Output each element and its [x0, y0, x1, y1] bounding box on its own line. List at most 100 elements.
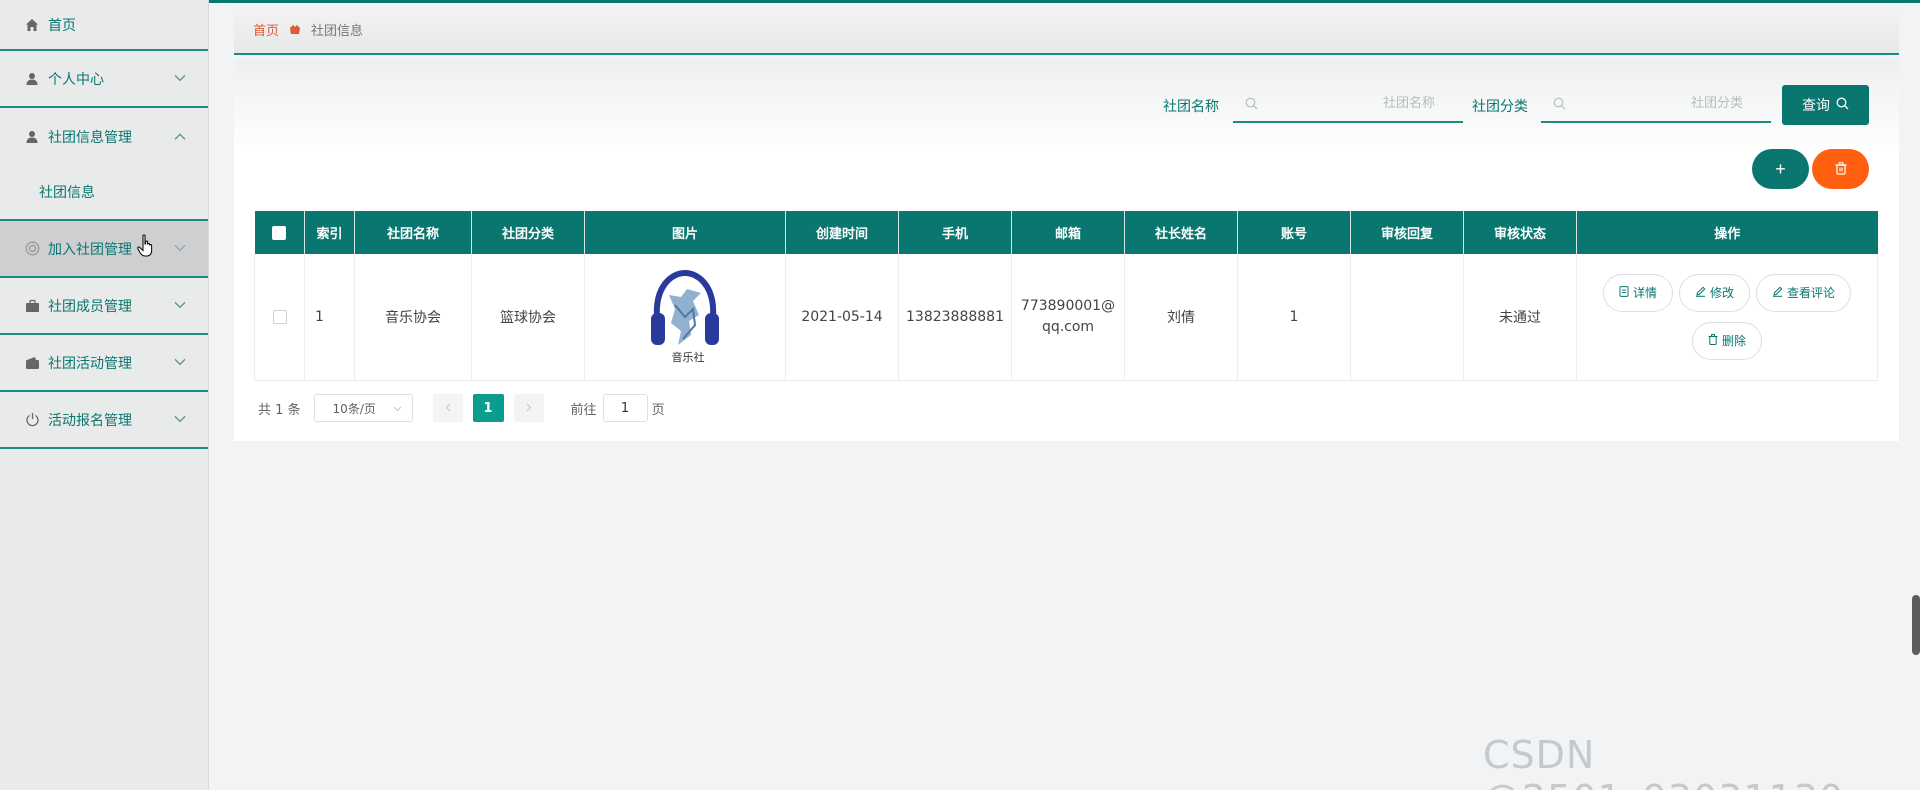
view-comments-button-label: 查看评论: [1787, 286, 1836, 301]
detail-button-label: 详情: [1632, 286, 1657, 301]
sidebar-item-label: 社团活动管理: [48, 355, 132, 372]
chevron-down-icon: [174, 355, 186, 369]
row-select-cell[interactable]: [254, 254, 305, 381]
sidebar: 首页 个人中心 社团信息管理 社团信息 加入社团管理 社团成员管理 社团活动管理…: [0, 0, 209, 790]
email-line: qq.com: [1041, 319, 1095, 336]
table-row: 1 音乐协会 篮球协会 音乐社 2021-05-14 13823888881 7…: [254, 254, 1878, 381]
chevron-down-icon: [174, 241, 186, 255]
trash-icon: [1835, 159, 1847, 180]
goto-page-input[interactable]: [602, 394, 648, 422]
search-category-label: 社团分类: [1472, 99, 1528, 115]
column-header: 手机: [898, 211, 1012, 254]
search-icon: [1553, 97, 1566, 110]
lifebuoy-icon: [24, 241, 40, 257]
page-size-select[interactable]: 10条/页: [313, 394, 413, 422]
user-icon: [24, 129, 40, 145]
sidebar-item-home[interactable]: 首页: [0, 0, 208, 51]
user-icon: [24, 71, 40, 87]
breadcrumb-separator-icon: [289, 24, 301, 35]
column-header: 邮箱: [1011, 211, 1125, 254]
add-button-label: +: [1775, 158, 1786, 179]
sidebar-item-club-info[interactable]: 社团信息: [0, 165, 208, 221]
club-table: 索引 社团名称 社团分类 图片 创建时间 手机 邮箱 社长姓名 账号 审核回复 …: [254, 211, 1878, 381]
cell-status: 未通过: [1463, 254, 1577, 381]
add-button[interactable]: +: [1752, 149, 1809, 189]
table-header-row: 索引 社团名称 社团分类 图片 创建时间 手机 邮箱 社长姓名 账号 审核回复 …: [254, 211, 1878, 254]
column-header: 审核回复: [1350, 211, 1464, 254]
cell-email: 773890001@ qq.com: [1011, 254, 1125, 381]
breadcrumb-current: 社团信息: [311, 24, 364, 39]
cell-account: 1: [1237, 254, 1351, 381]
sidebar-item-label: 首页: [48, 17, 76, 34]
view-comments-button[interactable]: 查看评论: [1756, 273, 1852, 312]
edit-button-label: 修改: [1709, 286, 1734, 301]
column-header: 索引: [304, 211, 355, 254]
delete-button-label: 删除: [1721, 334, 1746, 349]
select-all-cell[interactable]: [254, 211, 305, 254]
column-header: 账号: [1237, 211, 1351, 254]
power-icon: [24, 412, 40, 428]
breadcrumb-home[interactable]: 首页: [253, 20, 279, 39]
search-icon: [1836, 97, 1849, 114]
search-name-input[interactable]: [1258, 96, 1463, 111]
search-category-input[interactable]: [1566, 96, 1771, 111]
batch-delete-button[interactable]: [1812, 149, 1869, 189]
sidebar-item-personal-center[interactable]: 个人中心: [0, 51, 208, 108]
sidebar-item-signup-mgmt[interactable]: 活动报名管理: [0, 392, 208, 449]
edit-icon: [1772, 286, 1783, 300]
main-panel: 社团名称 社团分类 查询 +: [234, 59, 1899, 441]
cell-phone: 13823888881: [898, 254, 1012, 381]
breadcrumb: 首页 社团信息: [234, 6, 1899, 55]
column-header: 社长姓名: [1124, 211, 1238, 254]
column-header: 社团分类: [471, 211, 585, 254]
select-all-checkbox[interactable]: [272, 225, 287, 240]
detail-button[interactable]: 详情: [1602, 273, 1673, 312]
sidebar-item-member-mgmt[interactable]: 社团成员管理: [0, 278, 208, 335]
pagination-total: 共 1 条: [258, 402, 301, 418]
prev-page-button[interactable]: [432, 394, 463, 422]
column-header: 图片: [584, 211, 786, 254]
sidebar-item-club-info-mgmt[interactable]: 社团信息管理: [0, 108, 208, 165]
delete-button[interactable]: 删除: [1691, 321, 1762, 360]
sidebar-item-label: 活动报名管理: [48, 412, 132, 429]
search-name-label: 社团名称: [1163, 99, 1219, 115]
edit-icon: [1695, 286, 1706, 300]
document-icon: [1619, 285, 1629, 300]
query-button-label: 查询: [1802, 98, 1830, 114]
chevron-down-icon: [174, 298, 186, 312]
cell-club-name: 音乐协会: [354, 254, 472, 381]
top-accent-line: [0, 0, 1920, 3]
sidebar-item-label: 社团成员管理: [48, 298, 132, 315]
sidebar-item-label: 社团信息管理: [48, 129, 132, 146]
pagination: 共 1 条 10条/页 1 前往 页: [258, 394, 665, 422]
edit-button[interactable]: 修改: [1678, 273, 1750, 312]
chevron-right-icon: [526, 401, 532, 416]
home-icon: [24, 17, 40, 33]
row-checkbox[interactable]: [272, 309, 287, 324]
page-suffix: 页: [651, 402, 665, 418]
cell-president: 刘倩: [1124, 254, 1238, 381]
query-button[interactable]: 查询: [1782, 85, 1869, 125]
trash-icon: [1708, 333, 1718, 348]
sidebar-item-join-club-mgmt[interactable]: 加入社团管理: [0, 221, 208, 278]
cell-index: 1: [304, 254, 355, 381]
search-category-field[interactable]: [1541, 86, 1771, 123]
sidebar-item-label: 个人中心: [48, 71, 104, 88]
watermark: CSDN @2501_93031130: [1483, 733, 1843, 790]
goto-label: 前往: [570, 402, 597, 418]
wallet-icon: [24, 355, 40, 371]
page-number-button[interactable]: 1: [472, 394, 504, 422]
search-name-field[interactable]: [1233, 86, 1463, 123]
chevron-down-icon: [174, 412, 186, 426]
page-size-value: 10条/页: [332, 401, 376, 416]
sidebar-item-label: 社团信息: [39, 185, 95, 201]
next-page-button[interactable]: [513, 394, 544, 422]
cell-operations: 详情 修改 查看评论 删除: [1576, 254, 1878, 381]
column-header: 审核状态: [1463, 211, 1577, 254]
sidebar-item-activity-mgmt[interactable]: 社团活动管理: [0, 335, 208, 392]
briefcase-icon: [24, 298, 40, 314]
scrollbar-thumb[interactable]: [1912, 595, 1920, 655]
chevron-down-icon: [174, 71, 186, 85]
hand-cursor-icon: [137, 234, 157, 258]
column-header: 创建时间: [785, 211, 899, 254]
